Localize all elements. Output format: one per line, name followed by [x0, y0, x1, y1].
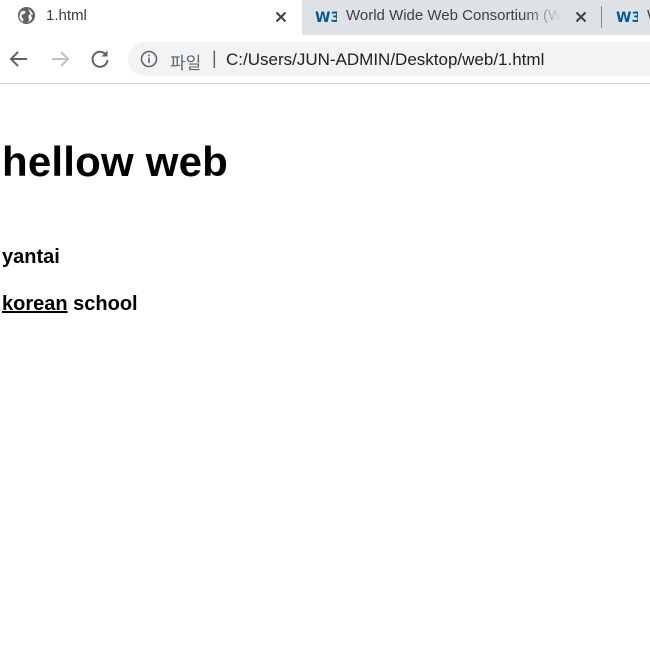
globe-icon [17, 6, 36, 25]
tab-title: World Wide Web Consortium (W3C) [346, 7, 562, 24]
tab-strip: 1.html W3 World Wide Web Consortium (W3C… [0, 0, 650, 35]
tab-active[interactable]: 1.html [0, 0, 302, 35]
url-text[interactable]: C:/Users/JUN-ADMIN/Desktop/web/1.html [226, 50, 544, 70]
text-korean-school: korean school [2, 293, 138, 316]
address-separator: | [212, 48, 217, 68]
address-bar[interactable]: 파일 | C:/Users/JUN-ADMIN/Desktop/web/1.ht… [128, 42, 650, 76]
tab-title: 1.html [46, 7, 87, 24]
korean-link[interactable]: korean [2, 293, 68, 315]
svg-text:W3: W3 [616, 10, 638, 25]
close-icon[interactable] [273, 9, 289, 25]
close-icon[interactable] [573, 9, 589, 25]
back-arrow-icon[interactable] [7, 47, 31, 71]
page-heading: hellow web [2, 138, 229, 185]
w3c-logo-icon: W3 [616, 10, 638, 25]
w3c-logo-icon: W3 [315, 10, 337, 25]
svg-text:W3: W3 [315, 10, 337, 25]
forward-arrow-icon[interactable] [48, 47, 72, 71]
browser-toolbar: 파일 | C:/Users/JUN-ADMIN/Desktop/web/1.ht… [0, 35, 650, 84]
scheme-label: 파일 [170, 54, 202, 74]
info-icon[interactable] [140, 50, 158, 68]
tab-separator [601, 6, 602, 28]
reload-icon[interactable] [88, 47, 112, 71]
tab-w3c[interactable]: W3 World Wide Web Consortium (W3C) [302, 0, 602, 35]
tab-w3c-2[interactable]: W3 W [603, 0, 650, 35]
text-yantai: yantai [2, 246, 60, 268]
school-text: school [67, 293, 138, 315]
